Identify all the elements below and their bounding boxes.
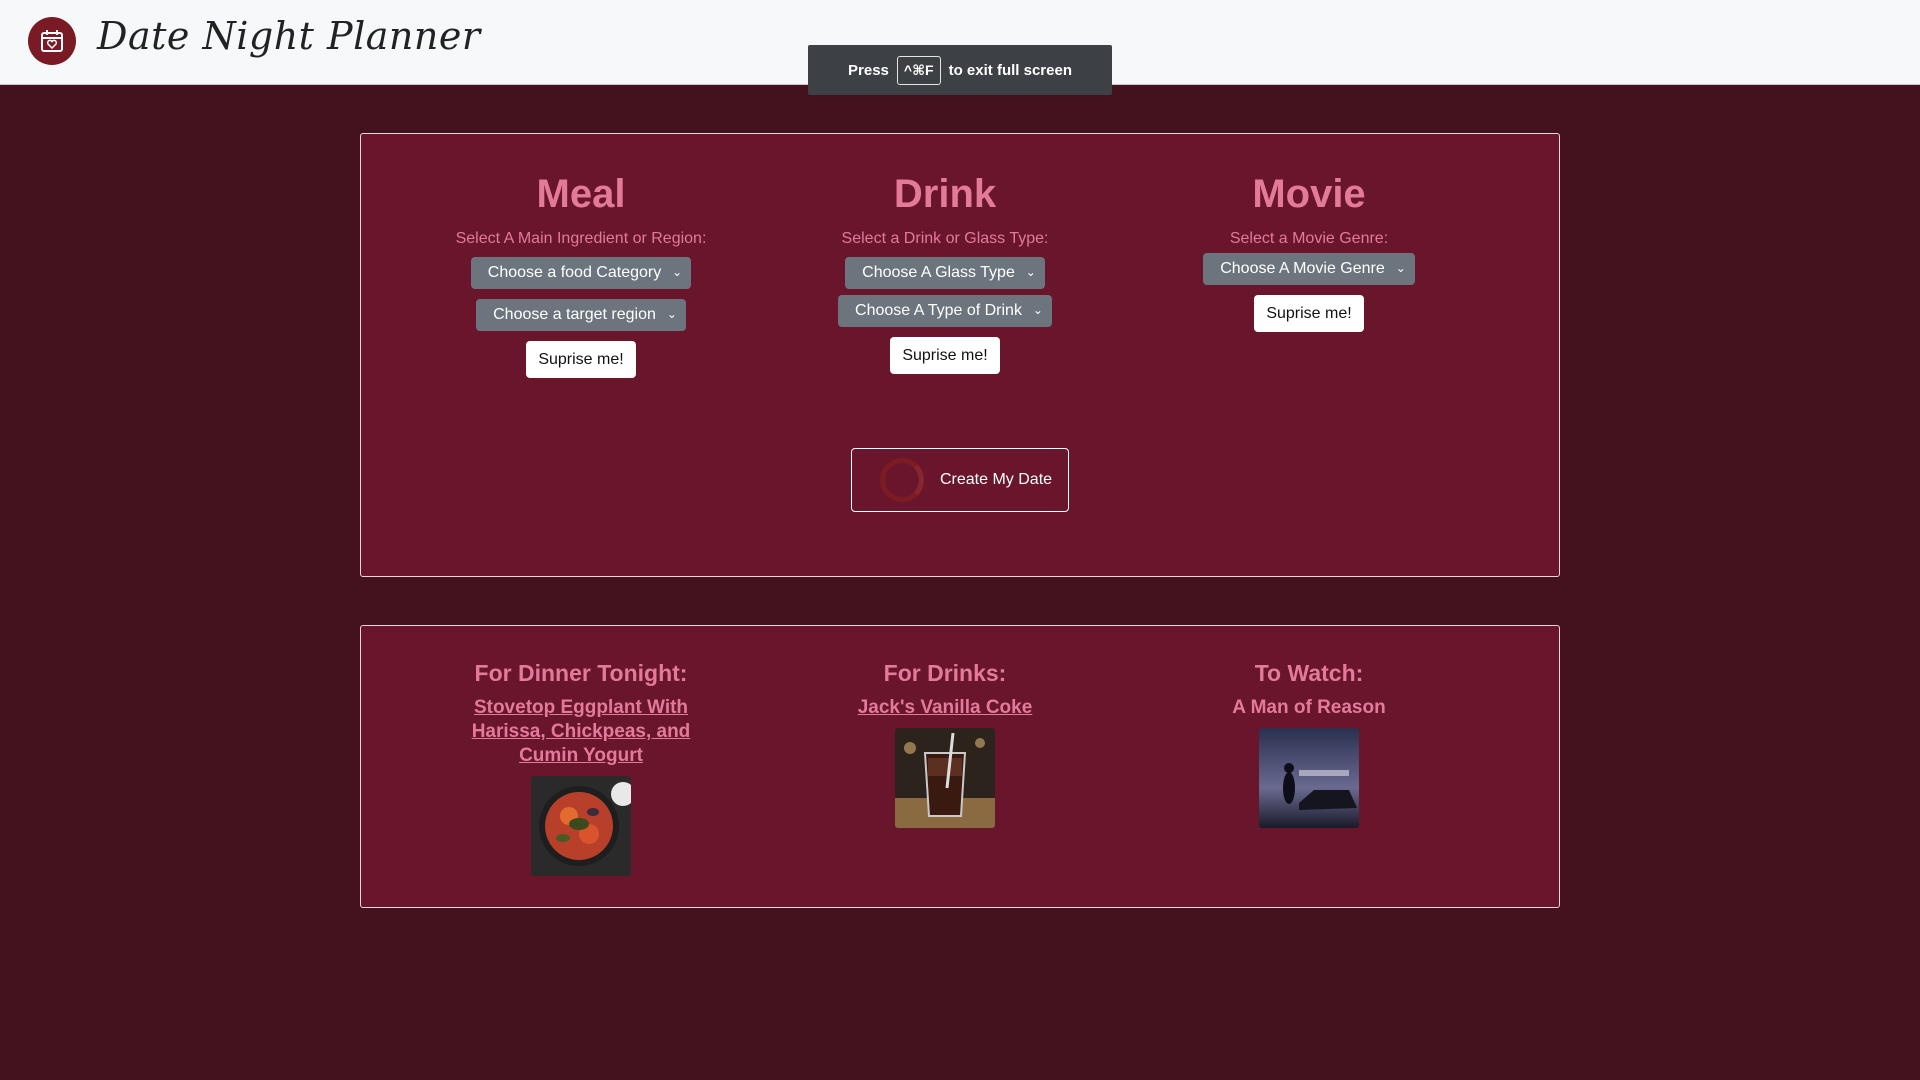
dinner-recipe-link[interactable]: Stovetop Eggplant With Harissa, Chickpea… — [466, 696, 696, 768]
dinner-result: For Dinner Tonight: Stovetop Eggplant Wi… — [431, 660, 731, 876]
dinner-heading: For Dinner Tonight: — [474, 660, 688, 686]
chevron-down-icon: ⌄ — [1395, 261, 1406, 275]
drinks-heading: For Drinks: — [883, 660, 1007, 686]
target-region-select-value: Choose a target region — [493, 306, 656, 323]
chevron-down-icon: ⌄ — [666, 307, 677, 321]
create-date-label: Create My Date — [940, 471, 1053, 488]
create-date-button[interactable]: Create My Date — [851, 448, 1069, 512]
target-region-select[interactable]: Choose a target region ⌄ — [476, 299, 686, 331]
selection-panel: Meal Select A Main Ingredient or Region:… — [360, 133, 1560, 577]
dinner-image — [531, 776, 631, 876]
fullscreen-notice-prefix: Press — [848, 61, 889, 79]
drink-caption: Select a Drink or Glass Type: — [841, 230, 1049, 247]
meal-surprise-button[interactable]: Suprise me! — [526, 341, 636, 378]
drink-heading: Drink — [893, 172, 997, 216]
meal-heading: Meal — [536, 172, 626, 216]
drink-image — [895, 728, 995, 828]
drink-recipe-link[interactable]: Jack's Vanilla Coke — [830, 696, 1060, 720]
drink-column: Drink Select a Drink or Glass Type: Choo… — [795, 174, 1095, 374]
drink-surprise-button[interactable]: Suprise me! — [890, 337, 1000, 374]
movie-caption: Select a Movie Genre: — [1229, 230, 1389, 247]
movie-genre-select-value: Choose A Movie Genre — [1220, 260, 1385, 277]
results-panel: For Dinner Tonight: Stovetop Eggplant Wi… — [360, 625, 1560, 908]
movie-genre-select[interactable]: Choose A Movie Genre ⌄ — [1203, 253, 1415, 285]
calendar-heart-icon[interactable] — [28, 17, 76, 65]
brand-title[interactable]: Date Night Planner — [97, 14, 481, 58]
movie-poster-image — [1259, 728, 1359, 828]
watch-heading: To Watch: — [1254, 660, 1364, 686]
food-category-select[interactable]: Choose a food Category ⌄ — [470, 257, 692, 289]
chevron-down-icon: ⌄ — [1032, 303, 1043, 317]
meal-caption: Select A Main Ingredient or Region: — [455, 230, 707, 247]
glass-type-select[interactable]: Choose A Glass Type ⌄ — [845, 257, 1045, 289]
movie-surprise-button[interactable]: Suprise me! — [1254, 295, 1364, 332]
meal-column: Meal Select A Main Ingredient or Region:… — [431, 174, 731, 378]
chevron-down-icon: ⌄ — [1025, 265, 1036, 279]
drink-type-select-value: Choose A Type of Drink — [855, 302, 1022, 319]
chevron-down-icon: ⌄ — [672, 265, 683, 279]
fullscreen-shortcut-key: ^⌘F — [896, 55, 941, 85]
food-category-select-value: Choose a food Category — [487, 264, 662, 281]
drink-result: For Drinks: Jack's Vanilla Coke — [795, 660, 1095, 828]
fullscreen-notice-suffix: to exit full screen — [948, 61, 1072, 79]
movie-column: Movie Select a Movie Genre: Choose A Mov… — [1159, 174, 1459, 332]
drink-type-select[interactable]: Choose A Type of Drink ⌄ — [838, 295, 1052, 327]
fullscreen-notice: Press ^⌘F to exit full screen — [808, 45, 1112, 95]
glass-type-select-value: Choose A Glass Type — [862, 264, 1015, 281]
movie-result: To Watch: A Man of Reason — [1159, 660, 1459, 828]
movie-heading: Movie — [1252, 172, 1366, 216]
loading-spinner-icon — [880, 458, 924, 502]
movie-title: A Man of Reason — [1232, 697, 1386, 718]
